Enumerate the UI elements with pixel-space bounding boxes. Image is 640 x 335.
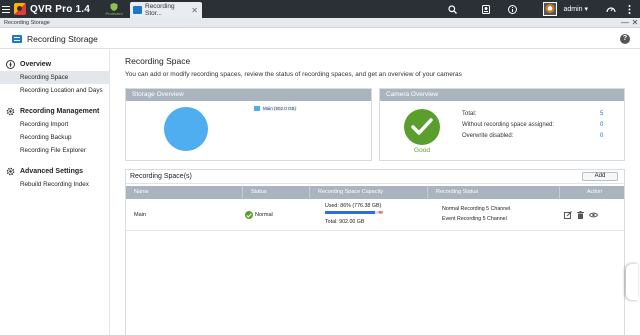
main-content: Recording Space You can add or modify re… — [118, 50, 638, 335]
recording-status-cell: Normal Recording 5 Channel Event Recordi… — [436, 199, 566, 231]
capacity-threshold-icon: ⇹ — [378, 210, 384, 216]
page-title: Recording Storage — [27, 33, 98, 44]
column-header-recording-status[interactable]: Recording Status — [428, 186, 560, 199]
legend-swatch — [254, 106, 260, 111]
column-header-action: Action — [586, 189, 603, 195]
status-label: Normal — [255, 212, 273, 218]
storage-overview-panel: Storage Overview Main (902.0 GB) — [125, 88, 372, 161]
sidebar-section-advanced-settings[interactable]: Advanced Settings — [0, 164, 109, 178]
section-description: You can add or modify recording spaces, … — [125, 71, 462, 78]
tab-label: Recording Stor... — [145, 3, 175, 17]
table-row[interactable]: Main Normal Used: 86% (776.38 GB) ⇹ Tota… — [126, 199, 624, 231]
avatar[interactable] — [543, 2, 558, 16]
stat-label: Without recording space assigned: — [462, 122, 555, 128]
checkmark-icon — [245, 211, 253, 219]
sidebar-section-recording-management[interactable]: Recording Management — [0, 104, 109, 118]
sidebar-section-label: Recording Management — [20, 107, 100, 115]
panel-header: Camera Overview — [380, 89, 624, 101]
capacity-total: Total: 902.00 GB — [325, 219, 365, 225]
camera-stats: Total: 5 Without recording space assigne… — [462, 111, 620, 144]
search-icon[interactable] — [443, 0, 461, 18]
stat-label: Overwrite disabled: — [462, 133, 514, 139]
status-badge: Normal — [243, 199, 273, 231]
window-title: Recording Storage — [4, 19, 50, 26]
recording-spaces-panel: Recording Space(s) Add Name Status Recor… — [125, 169, 625, 335]
more-options-icon[interactable] — [620, 0, 638, 18]
sidebar: Overview Recording Space Recording Locat… — [0, 50, 110, 335]
column-header-name[interactable]: Name — [126, 186, 243, 199]
column-header-capacity[interactable]: Recording Space Capacity — [310, 186, 428, 199]
camera-stat-row: Total: 5 — [462, 111, 620, 122]
recording-spaces-header: Recording Space(s) Add — [126, 170, 624, 184]
minimize-button[interactable]: — — [620, 18, 630, 27]
info-icon[interactable] — [503, 0, 521, 18]
protected-indicator[interactable]: Protected — [102, 2, 126, 16]
sidebar-item-recording-file-explorer[interactable]: Recording File Explorer — [0, 144, 109, 157]
sidebar-section-overview[interactable]: Overview — [0, 57, 109, 71]
capacity-progress-bar — [325, 211, 383, 214]
help-icon[interactable]: ? — [620, 33, 630, 44]
qvr-logo-icon — [14, 3, 26, 15]
table-header: Name Status Recording Space Capacity Rec… — [126, 186, 624, 199]
sidebar-item-recording-import[interactable]: Recording Import — [0, 118, 109, 131]
capacity-cell: Used: 86% (776.38 GB) ⇹ Total: 902.00 GB — [320, 199, 430, 231]
storage-legend: Main (902.0 GB) — [254, 106, 298, 111]
sidebar-item-recording-backup[interactable]: Recording Backup — [0, 131, 109, 144]
space-name: Main — [134, 212, 146, 218]
sidebar-section-label: Advanced Settings — [20, 167, 84, 175]
speedometer-icon[interactable] — [602, 0, 620, 18]
user-menu[interactable]: admin ▾ — [563, 5, 588, 13]
storage-icon — [133, 6, 142, 14]
tab-recording-storage[interactable]: Recording Stor... ✕ — [130, 2, 202, 18]
edit-icon[interactable] — [563, 210, 572, 219]
storage-icon — [12, 34, 22, 43]
capacity-progress-fill — [325, 211, 375, 214]
sidebar-item-recording-location[interactable]: Recording Location and Days — [0, 84, 109, 97]
top-bar: QVR Pro 1.4 Protected Recording Stor... … — [0, 0, 640, 18]
camera-overview-panel: Camera Overview Good Total: 5 Without re… — [379, 88, 625, 161]
add-button[interactable]: Add — [582, 172, 618, 181]
section-title: Recording Space — [125, 56, 191, 66]
recording-status-event: Event Recording 5 Channel — [442, 216, 507, 222]
camera-health-label: Good — [414, 147, 430, 154]
close-button[interactable]: ✕ — [630, 18, 640, 27]
sidebar-item-rebuild-index[interactable]: Rebuild Recording Index — [0, 178, 109, 191]
app-header: Recording Storage ? — [0, 29, 640, 49]
shield-icon — [110, 2, 118, 11]
recording-status-normal: Normal Recording 5 Channel — [442, 206, 511, 212]
stat-value-link[interactable]: 5 — [600, 111, 620, 122]
storage-pie-chart[interactable] — [164, 107, 208, 151]
panel-header: Storage Overview — [126, 89, 371, 101]
sidebar-section-label: Overview — [20, 60, 52, 68]
window-title-bar: Recording Storage — ✕ — [0, 18, 640, 28]
stat-value-link[interactable]: 0 — [600, 133, 620, 144]
checkmark-icon — [404, 109, 440, 145]
capacity-used: Used: 86% (776.38 GB) — [325, 203, 382, 209]
gear-icon — [6, 107, 15, 115]
protected-label: Protected — [105, 10, 123, 16]
camera-settings-icon[interactable] — [477, 0, 495, 18]
camera-stat-row: Overwrite disabled: 0 — [462, 133, 620, 144]
sidebar-item-recording-space[interactable]: Recording Space — [0, 71, 109, 84]
recording-spaces-title: Recording Space(s) — [130, 173, 192, 180]
menu-icon[interactable] — [0, 0, 10, 18]
camera-health: Good — [402, 109, 442, 154]
tab-close-icon[interactable]: ✕ — [191, 6, 202, 15]
gear-icon — [6, 167, 15, 175]
legend-label: Main (902.0 GB) — [262, 106, 298, 111]
camera-stat-row: Without recording space assigned: 0 — [462, 122, 620, 133]
view-icon[interactable] — [589, 210, 598, 219]
stat-value-link[interactable]: 0 — [600, 122, 620, 133]
column-header-status[interactable]: Status — [243, 186, 310, 199]
compass-icon — [6, 59, 15, 69]
delete-icon[interactable] — [576, 210, 585, 219]
scroll-handle[interactable] — [626, 264, 638, 300]
app-title: QVR Pro 1.4 — [30, 3, 90, 15]
stat-label: Total: — [462, 111, 477, 117]
